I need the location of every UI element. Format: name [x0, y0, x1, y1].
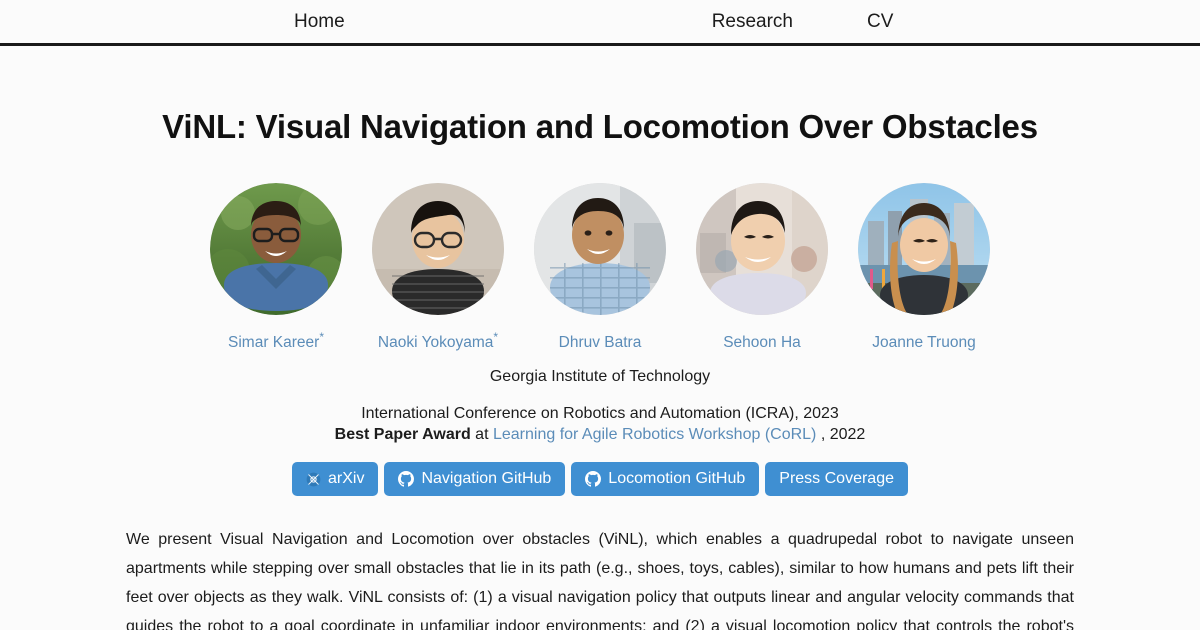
author-entry: Naoki Yokoyama* [371, 183, 506, 352]
page-content: ViNL: Visual Navigation and Locomotion O… [0, 46, 1200, 630]
nav-links-container: Home Research CV [0, 0, 1200, 43]
author-name-link[interactable]: Joanne Truong [857, 334, 992, 352]
author-list: Simar Kareer* Naoki Yokoyama* Dhruv Batr… [0, 183, 1200, 352]
author-entry: Dhruv Batra [533, 183, 668, 352]
nav-item-home[interactable]: Home [294, 12, 345, 31]
author-photo-naoki-yokoyama [372, 183, 504, 315]
locomotion-github-button[interactable]: Locomotion GitHub [571, 462, 760, 496]
author-name-link[interactable]: Sehoon Ha [695, 334, 830, 352]
award-year: , 2022 [820, 426, 866, 443]
author-equal-contribution-marker: * [493, 329, 499, 344]
avatar [696, 183, 828, 315]
author-name-text: Simar Kareer [228, 334, 320, 351]
author-name-text: Naoki Yokoyama [377, 334, 494, 351]
avatar [210, 183, 342, 315]
arxiv-icon [306, 472, 321, 487]
author-name-link[interactable]: Dhruv Batra [533, 334, 668, 352]
author-name-link[interactable]: Naoki Yokoyama* [371, 331, 506, 352]
top-navigation-bar: Home Research CV [0, 0, 1200, 46]
navigation-github-button[interactable]: Navigation GitHub [384, 462, 566, 496]
author-entry: Simar Kareer* [209, 183, 344, 352]
author-entry: Sehoon Ha [695, 183, 830, 352]
author-name-link[interactable]: Simar Kareer* [209, 331, 344, 352]
award-label: Best Paper Award [334, 426, 471, 443]
arxiv-button[interactable]: arXiv [292, 462, 379, 496]
author-name-text: Joanne Truong [872, 334, 976, 351]
author-name-text: Dhruv Batra [558, 334, 642, 351]
abstract-paragraph: We present Visual Navigation and Locomot… [126, 531, 1074, 630]
award-line: Best Paper Award at Learning for Agile R… [0, 426, 1200, 444]
resource-button-row: arXiv Navigation GitHub Locomotion GitHu… [0, 462, 1200, 496]
author-name-text: Sehoon Ha [723, 334, 801, 351]
nav-item-cv[interactable]: CV [867, 12, 893, 31]
press-coverage-button-label: Press Coverage [779, 470, 894, 487]
venue: International Conference on Robotics and… [361, 405, 839, 422]
press-coverage-button[interactable]: Press Coverage [765, 462, 908, 496]
avatar [858, 183, 990, 315]
award-workshop-link[interactable]: Learning for Agile Robotics Workshop (Co… [493, 426, 816, 443]
author-equal-contribution-marker: * [319, 329, 324, 344]
author-photo-simar-kareer [210, 183, 342, 315]
author-entry: Joanne Truong [857, 183, 992, 352]
award-at-word: at [475, 426, 489, 443]
author-photo-joanne-truong [858, 183, 990, 315]
avatar [372, 183, 504, 315]
navigation-github-button-label: Navigation GitHub [421, 470, 552, 487]
nav-item-research[interactable]: Research [712, 12, 793, 31]
github-icon [585, 471, 602, 487]
page-title: ViNL: Visual Navigation and Locomotion O… [162, 108, 1038, 145]
arxiv-button-label: arXiv [328, 470, 365, 487]
avatar [534, 183, 666, 315]
locomotion-github-button-label: Locomotion GitHub [608, 470, 746, 487]
author-photo-dhruv-batra [534, 183, 666, 315]
github-icon [398, 471, 415, 487]
affiliation: Georgia Institute of Technology [489, 368, 711, 385]
author-photo-sehoon-ha [696, 183, 828, 315]
